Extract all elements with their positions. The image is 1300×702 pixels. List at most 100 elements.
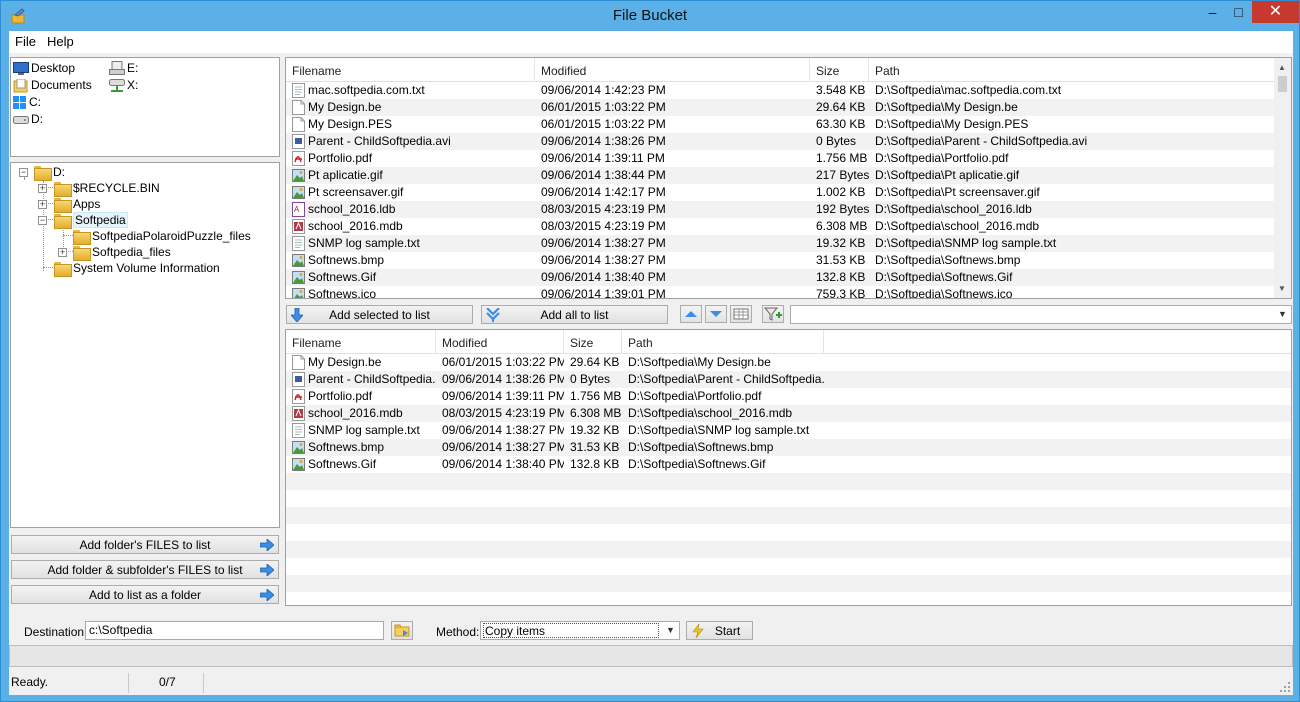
button-label: Add folder's FILES to list — [79, 538, 211, 552]
table-row[interactable]: Softnews.bmp 09/06/2014 1:38:27 PM 31.53 K… — [286, 252, 1274, 269]
table-row[interactable]: Portfolio.pdf 09/06/2014 1:39:11 PM 1.756 … — [286, 150, 1274, 167]
scroll-thumb[interactable] — [1278, 76, 1287, 92]
table-row[interactable]: Pt aplicatie.gif 09/06/2014 1:38:44 PM 217… — [286, 167, 1274, 184]
cell-path: D:\Softpedia\Softnews.ico — [875, 287, 1013, 299]
tree-node-polaroid-files[interactable]: SoftpediaPolaroidPuzzle_files — [73, 228, 251, 246]
empty-row — [286, 575, 1291, 592]
file-img-icon — [292, 440, 305, 455]
tree-node-softpedia[interactable]: Softpedia — [54, 212, 128, 230]
move-up-button[interactable] — [680, 305, 702, 323]
file-img-icon — [292, 287, 305, 298]
cell-size: 19.32 KB — [570, 423, 620, 437]
drive-label: D: — [31, 112, 43, 126]
cell-size: 0 Bytes — [570, 372, 611, 386]
maximize-button[interactable]: □ — [1225, 1, 1252, 23]
table-row[interactable]: Pt screensaver.gif 09/06/2014 1:42:17 PM 1… — [286, 184, 1274, 201]
table-row[interactable]: Portfolio.pdf 09/06/2014 1:39:11 PM 1.756 … — [286, 388, 1291, 405]
move-down-button[interactable] — [705, 305, 727, 323]
cell-size: 192 Bytes — [816, 202, 869, 216]
table-row[interactable]: school_2016.ldb A 08/03/2015 4:23:19 PM 192… — [286, 201, 1274, 218]
table-row[interactable]: Parent - ChildSoftpedia.avi 09/06/2014 1:… — [286, 133, 1274, 150]
table-row[interactable]: school_2016.mdb 08/03/2015 4:23:19 PM 6.30… — [286, 218, 1274, 235]
cell-modified: 06/01/2015 1:03:22 PM — [541, 117, 666, 131]
column-size[interactable]: Size — [810, 58, 869, 82]
columns-view-button[interactable] — [730, 305, 752, 323]
network-drive-icon — [109, 78, 125, 92]
table-row[interactable]: My Design.be 06/01/2015 1:03:22 PM 29.64 K… — [286, 354, 1291, 371]
file-txt-icon — [292, 423, 305, 438]
column-filename[interactable]: Filename — [286, 330, 436, 354]
cell-modified: 09/06/2014 1:38:27 PM — [541, 236, 666, 250]
add-as-folder-button[interactable]: Add to list as a folder — [11, 585, 279, 604]
method-select[interactable]: Copy items ▼ — [480, 621, 680, 640]
drive-label: C: — [29, 95, 41, 109]
drive-c[interactable]: C: — [13, 94, 41, 111]
column-modified[interactable]: Modified — [436, 330, 564, 354]
cell-name: school_2016.ldb — [308, 202, 396, 216]
table-row[interactable]: school_2016.mdb 08/03/2015 4:23:19 PM 6.30… — [286, 405, 1291, 422]
table-row[interactable]: Softnews.Gif 09/06/2014 1:38:40 PM 132.8 K… — [286, 456, 1291, 473]
vertical-scrollbar[interactable]: ▲ ▼ — [1274, 58, 1291, 298]
filter-combo[interactable]: ▼ — [790, 305, 1292, 324]
table-row[interactable]: mac.softpedia.com.txt 09/06/2014 1:42:23 … — [286, 82, 1274, 99]
empty-row — [286, 473, 1291, 490]
cell-path: D:\Softpedia\Softnews.bmp — [875, 253, 1021, 267]
add-all-button[interactable]: Add all to list — [481, 305, 668, 324]
file-img-icon — [292, 457, 305, 472]
tree-expand-toggle[interactable]: + — [58, 248, 67, 257]
table-row[interactable]: SNMP log sample.txt 09/06/2014 1:38:27 PM… — [286, 422, 1291, 439]
resize-grip-icon[interactable] — [1279, 681, 1291, 693]
tree-node-recycle-bin[interactable]: $RECYCLE.BIN — [54, 180, 160, 198]
drive-x[interactable]: X: — [109, 77, 138, 94]
table-row[interactable]: Softnews.ico 09/06/2014 1:39:01 PM 759.3 K… — [286, 286, 1274, 299]
table-row[interactable]: Softnews.Gif 09/06/2014 1:38:40 PM 132.8 K… — [286, 269, 1274, 286]
table-row[interactable]: Parent - ChildSoftpedia.avi 09/06/2014 1:… — [286, 371, 1291, 388]
tree-expand-toggle[interactable]: + — [38, 184, 47, 193]
folder-icon — [34, 166, 52, 182]
tree-node-softpedia-files[interactable]: Softpedia_files — [73, 244, 171, 262]
cell-modified: 06/01/2015 1:03:22 PM — [442, 355, 564, 369]
table-row[interactable]: SNMP log sample.txt 09/06/2014 1:38:27 PM… — [286, 235, 1274, 252]
tree-expand-toggle[interactable]: + — [38, 200, 47, 209]
empty-row — [286, 592, 1291, 605]
destination-input[interactable]: c:\Softpedia — [85, 621, 384, 640]
tree-node-apps[interactable]: Apps — [54, 196, 100, 214]
add-selected-button[interactable]: Add selected to list — [286, 305, 473, 324]
drive-documents[interactable]: Documents — [13, 77, 92, 94]
chevron-down-icon[interactable]: ▼ — [1274, 306, 1291, 323]
scroll-up-icon[interactable]: ▲ — [1278, 63, 1286, 72]
table-row[interactable]: My Design.be 06/01/2015 1:03:22 PM 29.64 K… — [286, 99, 1274, 116]
drive-desktop[interactable]: Desktop — [13, 60, 75, 77]
tree-collapse-toggle[interactable]: − — [19, 168, 28, 177]
scroll-down-icon[interactable]: ▼ — [1278, 284, 1286, 293]
column-modified[interactable]: Modified — [535, 58, 810, 82]
column-path[interactable]: Path — [622, 330, 824, 354]
start-button[interactable]: Start — [686, 621, 753, 640]
close-button[interactable]: ✕ — [1252, 1, 1299, 23]
folder-icon — [54, 182, 72, 198]
drive-e[interactable]: E: — [109, 60, 138, 77]
column-filename[interactable]: Filename — [286, 58, 535, 82]
column-size[interactable]: Size — [564, 330, 622, 354]
tree-collapse-toggle[interactable]: − — [38, 216, 47, 225]
add-folder-files-button[interactable]: Add folder's FILES to list — [11, 535, 279, 554]
table-row[interactable]: My Design.PES 06/01/2015 1:03:22 PM 63.30 … — [286, 116, 1274, 133]
table-row[interactable]: Softnews.bmp 09/06/2014 1:38:27 PM 31.53 K… — [286, 439, 1291, 456]
cell-path: D:\Softpedia\school_2016.mdb — [628, 406, 793, 420]
list-header: Filename Modified Size Path — [286, 58, 1274, 82]
add-subfolders-files-button[interactable]: Add folder & subfolder's FILES to list — [11, 560, 279, 579]
tree-node-root[interactable]: D: — [34, 164, 65, 182]
drive-d[interactable]: D: — [13, 111, 43, 128]
filter-button[interactable] — [762, 305, 784, 323]
title-bar[interactable]: File Bucket – □ ✕ — [1, 1, 1299, 31]
minimize-button[interactable]: – — [1199, 1, 1226, 23]
browse-destination-button[interactable] — [391, 621, 413, 640]
tree-node-system-volume[interactable]: System Volume Information — [54, 260, 220, 278]
cell-name: school_2016.mdb — [308, 219, 403, 233]
button-label: Start — [714, 624, 741, 638]
empty-row — [286, 507, 1291, 524]
chevron-down-icon[interactable]: ▼ — [662, 622, 679, 639]
menu-file[interactable]: File — [15, 34, 36, 49]
column-path[interactable]: Path — [869, 58, 1274, 82]
menu-help[interactable]: Help — [47, 34, 74, 49]
